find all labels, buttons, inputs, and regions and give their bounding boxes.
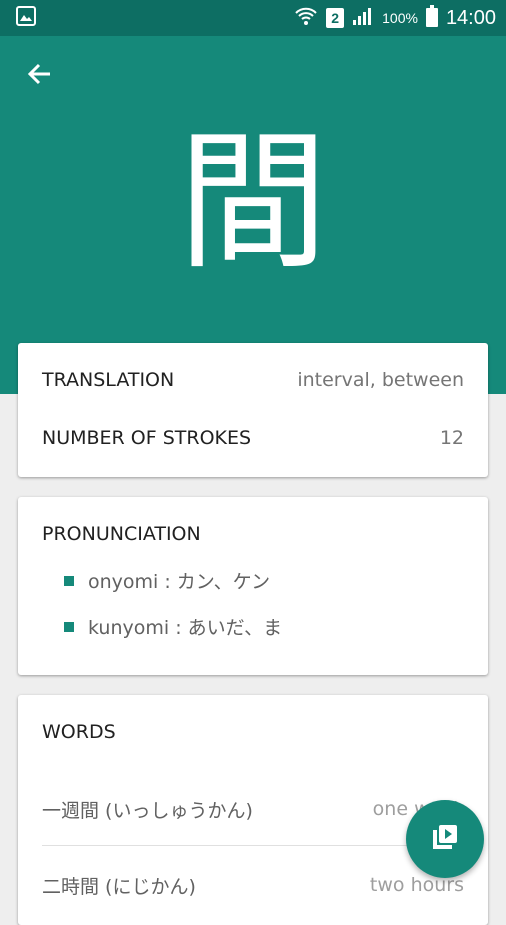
strokes-value: 12: [439, 427, 464, 449]
image-icon: [16, 6, 36, 30]
onyomi-text: onyomi : カン、ケン: [88, 571, 271, 593]
flashcards-fab-button[interactable]: [406, 800, 484, 878]
pronunciation-title: PRONUNCIATION: [42, 523, 201, 545]
strokes-row: NUMBER OF STROKES 12: [42, 427, 464, 449]
kanji-header: 間: [0, 36, 506, 394]
kunyomi-text: kunyomi : あいだ、ま: [88, 617, 283, 639]
battery-percentage: 100%: [382, 10, 418, 26]
kanji-character: 間: [177, 116, 328, 290]
signal-icon: [352, 6, 374, 30]
list-item-onyomi: onyomi : カン、ケン: [64, 567, 270, 594]
word-text: 一週間 (いっしゅうかん): [42, 799, 253, 822]
translation-row: TRANSLATION interval, between: [42, 369, 464, 391]
word-row[interactable]: 二時間 (にじかん) two hours: [42, 855, 464, 915]
list-item-kunyomi: kunyomi : あいだ、ま: [64, 613, 282, 640]
arrow-back-icon: [27, 61, 53, 91]
flashcards-icon: [430, 822, 460, 856]
info-card: TRANSLATION interval, between NUMBER OF …: [18, 343, 488, 477]
divider: [42, 845, 464, 846]
words-title: WORDS: [42, 721, 116, 743]
sim-icon: 2: [326, 8, 345, 28]
translation-value: interval, between: [297, 369, 464, 391]
bullet-icon: [64, 575, 74, 586]
pronunciation-card: PRONUNCIATION onyomi : カン、ケン kunyomi : あ…: [18, 497, 488, 675]
bullet-icon: [64, 621, 74, 632]
back-button[interactable]: [20, 56, 60, 96]
word-text: 二時間 (にじかん): [42, 875, 196, 898]
wifi-icon: [294, 5, 318, 31]
battery-icon: [425, 5, 438, 31]
status-time: 14:00: [445, 6, 496, 29]
word-row[interactable]: 一週間 (いっしゅうかん) one week: [42, 779, 464, 839]
strokes-label: NUMBER OF STROKES: [42, 427, 252, 449]
status-bar: 2 100% 14:00: [0, 0, 506, 36]
translation-label: TRANSLATION: [42, 369, 175, 391]
